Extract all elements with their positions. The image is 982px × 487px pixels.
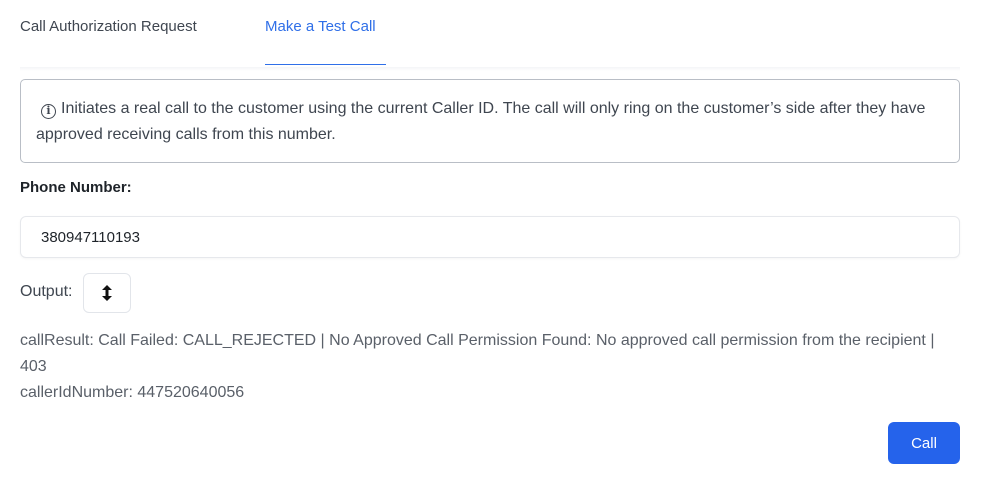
active-tab-indicator [265, 64, 386, 65]
info-notice: i Initiates a real call to the customer u… [20, 79, 960, 163]
output-line-call-result: callResult: Call Failed: CALL_REJECTED |… [20, 332, 935, 375]
call-button[interactable]: Call [888, 422, 960, 464]
output-toggle-button[interactable] [83, 273, 131, 313]
info-icon: i [41, 104, 56, 119]
vertical-resize-icon [102, 285, 112, 301]
phone-number-label: Phone Number: [20, 179, 132, 196]
tab-call-authorization-request[interactable]: Call Authorization Request [20, 17, 197, 37]
output-label: Output: [20, 283, 73, 300]
phone-number-input[interactable] [20, 216, 960, 258]
tab-make-a-test-call[interactable]: Make a Test Call [265, 17, 376, 37]
output-text: callResult: Call Failed: CALL_REJECTED |… [20, 328, 960, 406]
info-text: Initiates a real call to the customer us… [36, 100, 926, 143]
output-line-caller-id: callerIdNumber: 447520640056 [20, 384, 245, 401]
tabs-divider [20, 67, 960, 71]
tab-bar: Call Authorization Request Make a Test C… [0, 0, 982, 71]
